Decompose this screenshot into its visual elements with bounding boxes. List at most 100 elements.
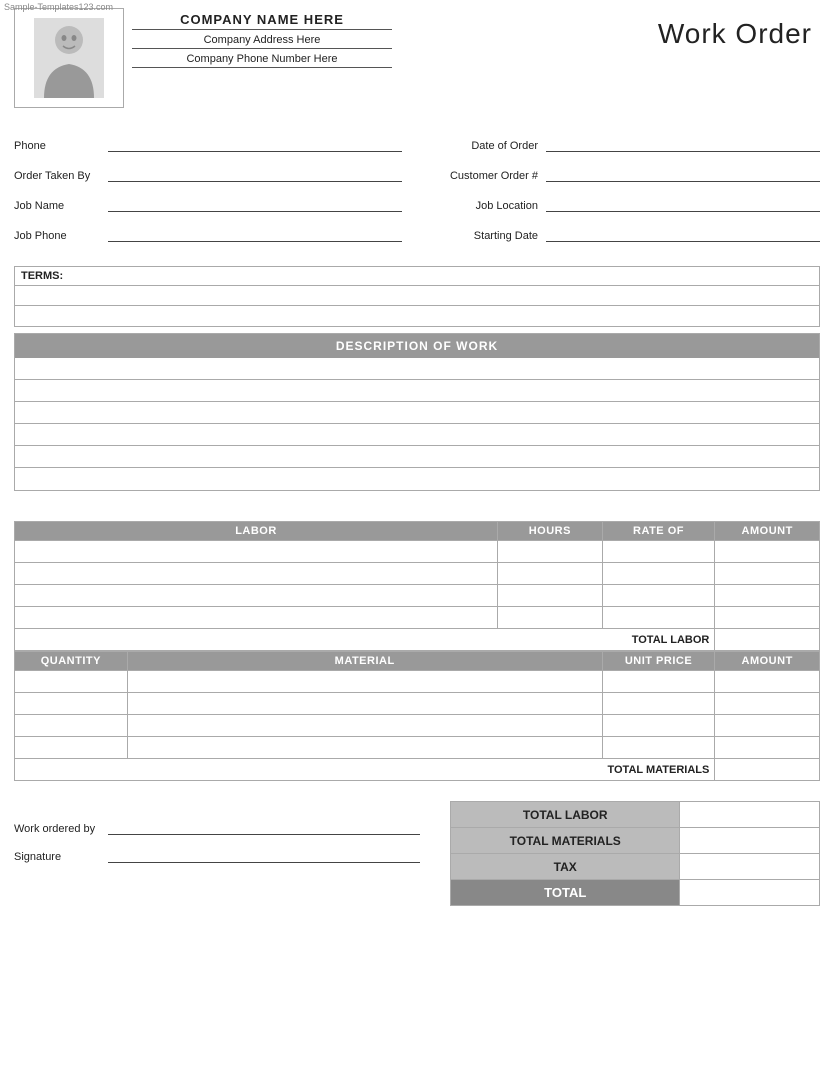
labor-desc-4[interactable] bbox=[15, 607, 498, 629]
signature-input[interactable] bbox=[108, 849, 420, 863]
desc-row-3[interactable] bbox=[15, 402, 819, 424]
labor-col-rate: RATE OF bbox=[602, 522, 715, 541]
summary-total-value[interactable] bbox=[680, 880, 820, 906]
material-unit-4[interactable] bbox=[602, 737, 715, 759]
job-phone-label: Job Phone bbox=[14, 230, 104, 242]
material-data-row-2[interactable] bbox=[15, 693, 820, 715]
material-desc-2[interactable] bbox=[127, 693, 602, 715]
material-qty-2[interactable] bbox=[15, 693, 128, 715]
labor-data-row-3[interactable] bbox=[15, 585, 820, 607]
desc-row-2[interactable] bbox=[15, 380, 819, 402]
labor-total-row: TOTAL LABOR bbox=[15, 629, 820, 651]
fields-right: Date of Order bbox=[422, 138, 820, 160]
labor-col-amount: AMOUNT bbox=[715, 522, 820, 541]
labor-hours-4[interactable] bbox=[498, 607, 603, 629]
fields-row-4: Job Phone Starting Date bbox=[14, 228, 820, 250]
bottom-section: Work ordered by Signature TOTAL LABOR TO… bbox=[14, 801, 820, 906]
labor-hours-3[interactable] bbox=[498, 585, 603, 607]
summary-row-total-labor: TOTAL LABOR bbox=[451, 802, 820, 828]
labor-col-labor: LABOR bbox=[15, 522, 498, 541]
desc-row-5[interactable] bbox=[15, 446, 819, 468]
customer-order-input[interactable] bbox=[546, 168, 820, 182]
summary-tax-value[interactable] bbox=[680, 854, 820, 880]
bottom-left: Work ordered by Signature bbox=[14, 801, 450, 877]
starting-date-label: Starting Date bbox=[432, 230, 542, 242]
header-section: COMPANY NAME HERE Company Address Here C… bbox=[14, 8, 820, 108]
labor-table: LABOR HOURS RATE OF AMOUNT bbox=[14, 521, 820, 651]
material-amount-4[interactable] bbox=[715, 737, 820, 759]
material-desc-4[interactable] bbox=[127, 737, 602, 759]
summary-table: TOTAL LABOR TOTAL MATERIALS TAX TOTAL bbox=[450, 801, 820, 906]
job-location-input[interactable] bbox=[546, 198, 820, 212]
work-ordered-by-input[interactable] bbox=[108, 821, 420, 835]
phone-input[interactable] bbox=[108, 138, 402, 152]
work-ordered-by-label: Work ordered by bbox=[14, 823, 104, 835]
material-data-row-3[interactable] bbox=[15, 715, 820, 737]
summary-section: TOTAL LABOR TOTAL MATERIALS TAX TOTAL bbox=[450, 801, 820, 906]
material-unit-2[interactable] bbox=[602, 693, 715, 715]
terms-header: TERMS: bbox=[15, 267, 819, 286]
material-total-row: TOTAL MATERIALS bbox=[15, 759, 820, 781]
summary-total-materials-value[interactable] bbox=[680, 828, 820, 854]
terms-row-2[interactable] bbox=[15, 306, 819, 326]
labor-amount-1[interactable] bbox=[715, 541, 820, 563]
date-of-order-input[interactable] bbox=[546, 138, 820, 152]
labor-hours-2[interactable] bbox=[498, 563, 603, 585]
material-amount-2[interactable] bbox=[715, 693, 820, 715]
job-phone-row: Job Phone bbox=[14, 228, 402, 242]
material-col-quantity: QUANTITY bbox=[15, 652, 128, 671]
company-address: Company Address Here bbox=[132, 34, 392, 49]
material-desc-3[interactable] bbox=[127, 715, 602, 737]
material-amount-3[interactable] bbox=[715, 715, 820, 737]
desc-row-4[interactable] bbox=[15, 424, 819, 446]
terms-row-1[interactable] bbox=[15, 286, 819, 306]
labor-total-value bbox=[715, 629, 820, 651]
order-taken-by-input[interactable] bbox=[108, 168, 402, 182]
material-qty-1[interactable] bbox=[15, 671, 128, 693]
starting-date-input[interactable] bbox=[546, 228, 820, 242]
fields-row-3: Job Name Job Location bbox=[14, 198, 820, 220]
customer-order-row: Customer Order # bbox=[432, 168, 820, 182]
labor-desc-2[interactable] bbox=[15, 563, 498, 585]
labor-data-row-2[interactable] bbox=[15, 563, 820, 585]
logo-box bbox=[14, 8, 124, 108]
phone-row: Phone bbox=[14, 138, 402, 152]
work-ordered-by-field: Work ordered by bbox=[14, 821, 420, 835]
material-qty-4[interactable] bbox=[15, 737, 128, 759]
labor-hours-1[interactable] bbox=[498, 541, 603, 563]
material-unit-1[interactable] bbox=[602, 671, 715, 693]
labor-desc-1[interactable] bbox=[15, 541, 498, 563]
summary-total-labor-value[interactable] bbox=[680, 802, 820, 828]
summary-row-tax: TAX bbox=[451, 854, 820, 880]
labor-rate-1[interactable] bbox=[602, 541, 715, 563]
signature-field: Signature bbox=[14, 849, 420, 863]
material-data-row-4[interactable] bbox=[15, 737, 820, 759]
material-qty-3[interactable] bbox=[15, 715, 128, 737]
desc-row-6[interactable] bbox=[15, 468, 819, 490]
labor-amount-3[interactable] bbox=[715, 585, 820, 607]
job-location-label: Job Location bbox=[432, 200, 542, 212]
job-name-input[interactable] bbox=[108, 198, 402, 212]
job-name-label: Job Name bbox=[14, 200, 104, 212]
fields-left: Phone bbox=[14, 138, 422, 160]
labor-rate-2[interactable] bbox=[602, 563, 715, 585]
desc-row-1[interactable] bbox=[15, 358, 819, 380]
labor-amount-4[interactable] bbox=[715, 607, 820, 629]
job-phone-input[interactable] bbox=[108, 228, 402, 242]
order-taken-by-label: Order Taken By bbox=[14, 170, 104, 182]
material-desc-1[interactable] bbox=[127, 671, 602, 693]
labor-rate-4[interactable] bbox=[602, 607, 715, 629]
customer-order-label: Customer Order # bbox=[432, 170, 542, 182]
material-data-row-1[interactable] bbox=[15, 671, 820, 693]
labor-amount-2[interactable] bbox=[715, 563, 820, 585]
material-unit-3[interactable] bbox=[602, 715, 715, 737]
material-col-material: MATERIAL bbox=[127, 652, 602, 671]
labor-data-row-4[interactable] bbox=[15, 607, 820, 629]
date-of-order-label: Date of Order bbox=[432, 140, 542, 152]
labor-total-label: TOTAL LABOR bbox=[15, 629, 715, 651]
summary-row-total-materials: TOTAL MATERIALS bbox=[451, 828, 820, 854]
labor-data-row-1[interactable] bbox=[15, 541, 820, 563]
labor-rate-3[interactable] bbox=[602, 585, 715, 607]
material-amount-1[interactable] bbox=[715, 671, 820, 693]
labor-desc-3[interactable] bbox=[15, 585, 498, 607]
